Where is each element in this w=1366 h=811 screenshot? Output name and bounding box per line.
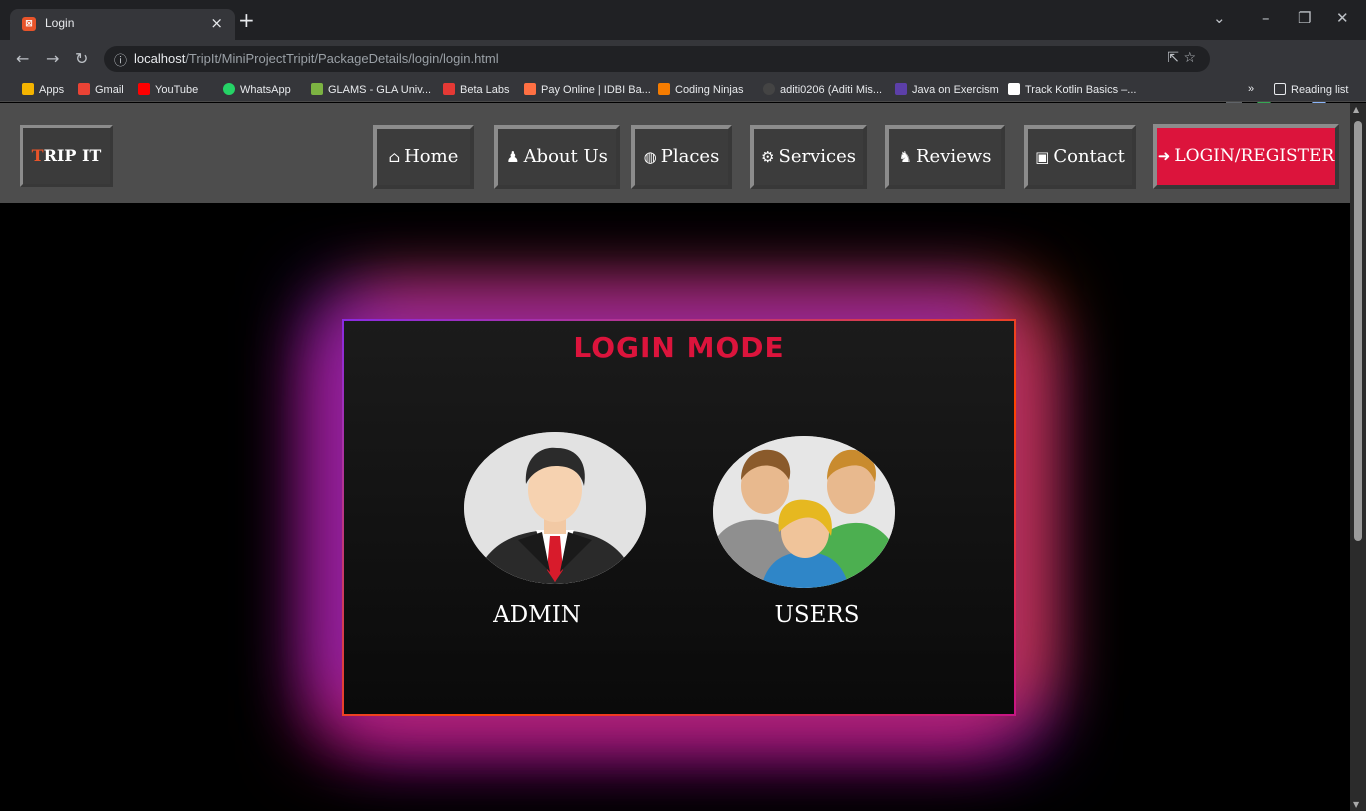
tab-favicon-icon: ⊠ <box>22 17 36 31</box>
site-logo[interactable]: TRIP IT <box>20 125 113 187</box>
new-tab-icon[interactable]: + <box>238 10 255 30</box>
admin-label[interactable]: ADMIN <box>437 602 637 628</box>
card-title: LOGIN MODE <box>573 331 785 364</box>
admin-person-icon <box>464 432 646 584</box>
site-header: TRIP IT ⌂ Home ♟ About Us ◍ Places ⚙ Service… <box>0 103 1350 203</box>
bookmark-idbi[interactable]: Pay Online | IDBI Ba... <box>524 83 651 96</box>
close-window-icon[interactable]: ✕ <box>1336 9 1349 27</box>
glams-icon <box>311 83 323 95</box>
coding-ninjas-icon <box>658 83 670 95</box>
youtube-icon <box>138 83 150 95</box>
share-icon[interactable]: ⇱ ☆ <box>1167 50 1196 66</box>
whatsapp-icon <box>223 83 235 95</box>
reload-icon[interactable]: ↻ <box>75 49 88 68</box>
forward-icon[interactable]: → <box>46 49 59 68</box>
bookmark-gmail[interactable]: Gmail <box>78 83 124 96</box>
bookmark-apps[interactable]: Apps <box>22 83 64 96</box>
page-scrollbar[interactable]: ▲ ▼ <box>1350 103 1366 811</box>
url-text: localhost/TripIt/MiniProjectTripit/Packa… <box>134 51 499 66</box>
nav-contact-button[interactable]: ▣ Contact <box>1024 125 1136 189</box>
browser-toolbar: ← → ↻ ⓘ localhost/TripIt/MiniProjectTrip… <box>0 40 1366 106</box>
site-info-icon[interactable]: ⓘ <box>114 50 127 69</box>
nav-reviews-button[interactable]: ♞ Reviews <box>885 125 1005 189</box>
scrollbar-thumb[interactable] <box>1354 121 1362 541</box>
home-icon: ⌂ <box>388 148 401 166</box>
tab-close-icon[interactable]: × <box>210 14 223 32</box>
bookmark-glams[interactable]: GLAMS - GLA Univ... <box>311 83 431 96</box>
bookmark-whatsapp[interactable]: WhatsApp <box>223 83 291 96</box>
beta-labs-icon <box>443 83 455 95</box>
kotlin-icon <box>1008 83 1020 95</box>
login-register-button[interactable]: ➜ LOGIN/REGISTER <box>1153 124 1339 189</box>
bookmark-beta-labs[interactable]: Beta Labs <box>443 83 510 96</box>
idbi-icon <box>524 83 536 95</box>
globe-icon: ◍ <box>643 148 657 166</box>
tab-title: Login <box>45 16 75 30</box>
nav-places-button[interactable]: ◍ Places <box>631 125 732 189</box>
user-plus-icon: ♞ <box>898 148 912 166</box>
scroll-up-arrow-icon[interactable]: ▲ <box>1353 105 1359 114</box>
nav-home-button[interactable]: ⌂ Home <box>373 125 474 189</box>
apps-grid-icon <box>22 83 34 95</box>
maximize-icon[interactable]: ❐ <box>1298 9 1311 27</box>
bookmarks-bar: Apps Gmail YouTube WhatsApp GLAMS - GLA … <box>0 78 1366 102</box>
browser-tab[interactable]: ⊠ Login × <box>10 9 235 40</box>
page-content: TRIP IT ⌂ Home ♟ About Us ◍ Places ⚙ Service… <box>0 103 1350 811</box>
user-icon: ♟ <box>506 148 520 166</box>
sign-in-icon: ➜ <box>1157 147 1171 165</box>
github-icon <box>763 83 775 95</box>
bookmarks-overflow[interactable]: » <box>1248 83 1254 95</box>
minimize-icon[interactable]: – <box>1262 9 1270 27</box>
users-avatar[interactable] <box>713 436 895 588</box>
browser-tab-strip: ⊠ Login × + ⌄ – ❐ ✕ <box>0 0 1366 40</box>
gmail-icon <box>78 83 90 95</box>
nav-services-button[interactable]: ⚙ Services <box>750 125 867 189</box>
bookmark-coding-ninjas[interactable]: Coding Ninjas <box>658 83 743 96</box>
reading-list-icon <box>1274 83 1286 95</box>
scroll-down-arrow-icon[interactable]: ▼ <box>1353 800 1359 809</box>
exercism-icon <box>895 83 907 95</box>
address-bar[interactable]: ⓘ localhost/TripIt/MiniProjectTripit/Pac… <box>104 46 1210 72</box>
admin-avatar[interactable] <box>464 432 646 584</box>
login-mode-card: LOGIN MODE ADMIN USERS <box>342 319 1016 716</box>
bookmark-youtube[interactable]: YouTube <box>138 83 198 96</box>
nav-about-button[interactable]: ♟ About Us <box>494 125 620 189</box>
gear-icon: ⚙ <box>761 148 775 166</box>
reading-list[interactable]: Reading list <box>1274 83 1348 96</box>
bookmark-kotlin[interactable]: Track Kotlin Basics –... <box>1008 83 1136 96</box>
contact-card-icon: ▣ <box>1035 148 1050 166</box>
users-group-icon <box>713 436 895 588</box>
tab-search-icon[interactable]: ⌄ <box>1213 9 1226 27</box>
bookmark-github[interactable]: aditi0206 (Aditi Mis... <box>763 83 882 96</box>
bookmark-exercism[interactable]: Java on Exercism <box>895 83 999 96</box>
back-icon[interactable]: ← <box>16 49 29 68</box>
users-label[interactable]: USERS <box>717 602 917 628</box>
